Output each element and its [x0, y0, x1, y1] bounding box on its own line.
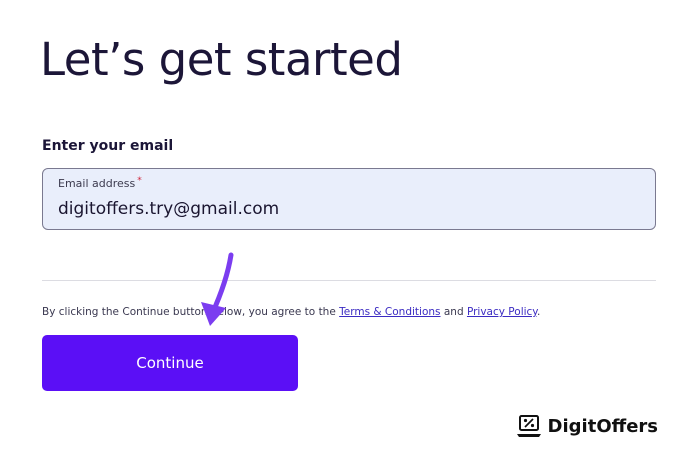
terms-notice: By clicking the Continue button below, y… — [42, 306, 540, 318]
terms-text-middle: and — [440, 306, 467, 318]
email-field[interactable]: Email address * — [42, 168, 656, 230]
email-field-label-text: Email address — [58, 177, 136, 190]
terms-text-after: . — [537, 306, 541, 318]
email-field-label: Email address * — [58, 176, 142, 190]
arrow-pointer-icon — [201, 252, 234, 326]
terms-text-before: By clicking the Continue button below, y… — [42, 306, 340, 318]
email-section-label: Enter your email — [42, 138, 174, 154]
brand-name: DigitOffers — [547, 415, 658, 437]
divider — [42, 280, 656, 281]
continue-button[interactable]: Continue — [42, 335, 298, 391]
required-marker: * — [137, 176, 142, 186]
terms-conditions-link[interactable]: Terms & Conditions — [339, 306, 440, 318]
watermark-brand: DigitOffers — [516, 414, 658, 438]
email-input[interactable] — [58, 195, 638, 223]
page-title: Let’s get started — [40, 33, 403, 86]
privacy-policy-link[interactable]: Privacy Policy — [467, 306, 537, 318]
percent-laptop-icon — [516, 415, 541, 437]
